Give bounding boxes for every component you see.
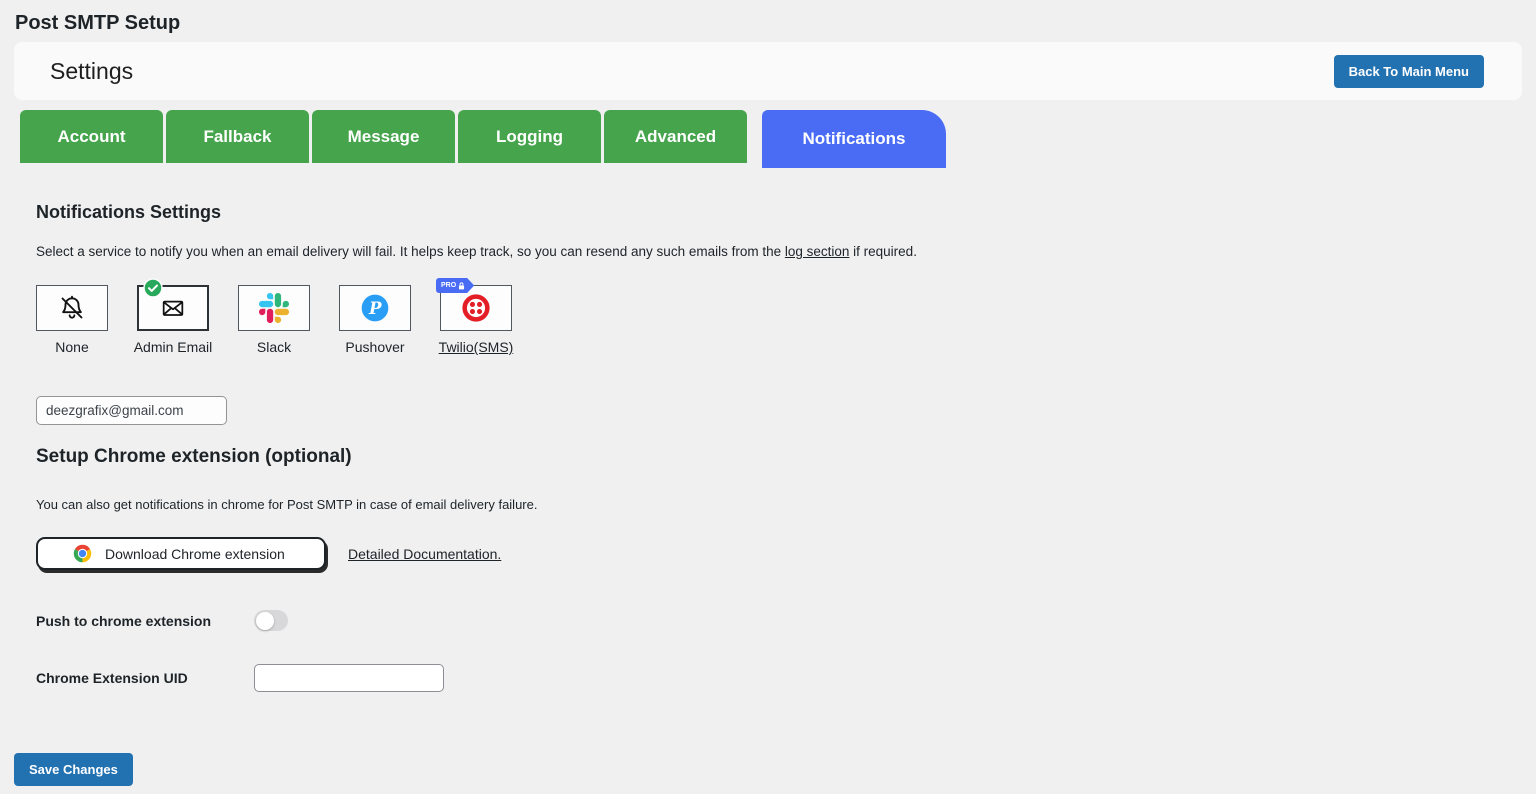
- service-twilio-box[interactable]: PRO: [440, 285, 512, 331]
- tab-logging[interactable]: Logging: [458, 110, 601, 163]
- tab-account[interactable]: Account: [20, 110, 163, 163]
- notifications-settings-description: Select a service to notify you when an e…: [36, 244, 1536, 259]
- tab-notifications[interactable]: Notifications: [762, 110, 946, 168]
- toggle-knob: [256, 612, 274, 630]
- settings-heading: Settings: [50, 58, 133, 85]
- notification-services: None Admin Email: [36, 285, 1536, 355]
- service-pushover[interactable]: P Pushover: [339, 285, 411, 355]
- notifications-settings-panel: Notifications Settings Select a service …: [0, 202, 1536, 692]
- service-slack-box[interactable]: [238, 285, 310, 331]
- service-pushover-box[interactable]: P: [339, 285, 411, 331]
- service-none[interactable]: None: [36, 285, 108, 355]
- svg-text:P: P: [368, 298, 382, 318]
- tab-message[interactable]: Message: [312, 110, 455, 163]
- download-chrome-extension-button[interactable]: Download Chrome extension: [36, 537, 326, 570]
- pushover-icon: P: [359, 292, 391, 324]
- log-section-link[interactable]: log section: [785, 244, 850, 259]
- service-pushover-label: Pushover: [345, 339, 404, 355]
- service-slack[interactable]: Slack: [238, 285, 310, 355]
- chrome-extension-uid-label: Chrome Extension UID: [36, 670, 254, 686]
- save-row: Save Changes: [14, 753, 1536, 786]
- download-button-label: Download Chrome extension: [105, 546, 285, 562]
- service-admin-email-label: Admin Email: [134, 339, 213, 355]
- service-twilio-label[interactable]: Twilio(SMS): [439, 339, 514, 355]
- bell-slash-icon: [57, 293, 87, 323]
- detailed-documentation-link[interactable]: Detailed Documentation.: [348, 546, 501, 562]
- settings-header-card: Settings Back To Main Menu: [14, 42, 1522, 100]
- service-slack-label: Slack: [257, 339, 291, 355]
- tab-advanced[interactable]: Advanced: [604, 110, 747, 163]
- push-to-chrome-toggle[interactable]: [254, 610, 288, 631]
- service-none-label: None: [55, 339, 88, 355]
- description-text: Select a service to notify you when an e…: [36, 244, 785, 259]
- save-changes-button[interactable]: Save Changes: [14, 753, 133, 786]
- service-admin-email-box[interactable]: [137, 285, 209, 331]
- tab-fallback[interactable]: Fallback: [166, 110, 309, 163]
- pro-badge-label: PRO: [441, 282, 456, 289]
- pro-badge: PRO: [436, 278, 474, 293]
- push-to-chrome-label: Push to chrome extension: [36, 613, 254, 629]
- back-to-main-menu-button[interactable]: Back To Main Menu: [1334, 55, 1484, 88]
- chrome-extension-heading: Setup Chrome extension (optional): [36, 446, 1536, 468]
- push-to-chrome-row: Push to chrome extension: [36, 610, 1536, 631]
- twilio-icon: [459, 291, 493, 325]
- slack-icon: [259, 293, 289, 323]
- notifications-settings-heading: Notifications Settings: [36, 202, 1536, 223]
- service-admin-email[interactable]: Admin Email: [137, 285, 209, 355]
- chrome-extension-uid-input[interactable]: [254, 664, 444, 692]
- envelope-icon: [157, 294, 189, 322]
- download-row: Download Chrome extension Detailed Docum…: [36, 537, 1536, 570]
- service-none-box[interactable]: [36, 285, 108, 331]
- selected-check-icon: [143, 278, 163, 298]
- chrome-extension-description: You can also get notifications in chrome…: [36, 497, 1536, 512]
- description-text-end: if required.: [849, 244, 917, 259]
- page-title: Post SMTP Setup: [0, 0, 1536, 35]
- service-twilio[interactable]: PRO Twilio(SMS): [440, 285, 512, 355]
- chrome-icon: [72, 543, 93, 564]
- lock-icon: [458, 282, 465, 290]
- notification-email-input[interactable]: [36, 396, 227, 425]
- chrome-extension-uid-row: Chrome Extension UID: [36, 664, 1536, 692]
- settings-tabs: Account Fallback Message Logging Advance…: [20, 110, 1536, 168]
